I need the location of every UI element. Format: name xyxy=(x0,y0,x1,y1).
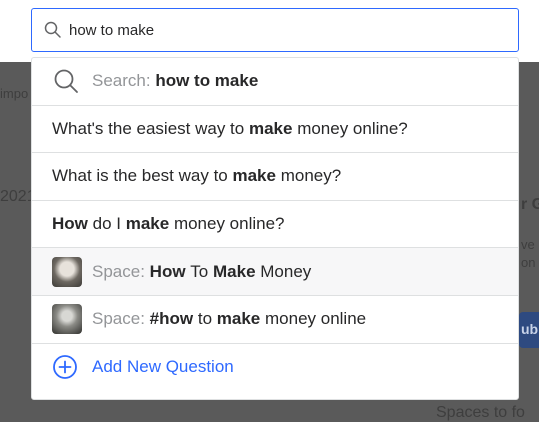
suggestion-text: money online? xyxy=(173,214,285,234)
suggestion-text: Money xyxy=(260,261,312,281)
suggestion-match: make xyxy=(216,309,261,329)
suggestion-text: money online xyxy=(265,309,367,329)
background-text-line: on xyxy=(521,255,536,270)
space-prefix: Space: xyxy=(92,261,145,281)
suggestion-match: make xyxy=(248,118,293,138)
suggestion-text: money online? xyxy=(297,118,408,138)
space-suggestion[interactable]: Space: #how to make money online xyxy=(32,296,518,344)
search-query: how to make xyxy=(155,71,259,91)
suggestion-match: How xyxy=(149,261,186,281)
suggestion-match: make xyxy=(125,214,170,234)
add-new-question-button[interactable]: Add New Question xyxy=(32,344,518,392)
search-icon xyxy=(44,21,61,38)
search-query-row[interactable]: Search: how to make xyxy=(32,58,518,106)
background-text: impo xyxy=(0,86,29,101)
suggestion-match: How xyxy=(52,214,88,234)
background-text: ve E on xyxy=(521,236,539,272)
suggestion-text: money? xyxy=(280,166,342,186)
space-avatar xyxy=(52,304,82,335)
space-avatar xyxy=(52,256,82,287)
question-suggestion[interactable]: What's the easiest way to make money onl… xyxy=(32,106,518,154)
suggestion-text: To xyxy=(190,261,209,281)
suggestion-match: Make xyxy=(213,261,256,281)
space-suggestion[interactable]: Space: How To Make Money xyxy=(32,248,518,296)
space-prefix: Space: xyxy=(92,309,145,329)
plus-circle-icon xyxy=(53,355,77,380)
search-prefix: Search: xyxy=(92,71,151,91)
search-suggestions-dropdown: Search: how to make What's the easiest w… xyxy=(31,57,519,400)
suggestion-text: do I xyxy=(92,214,121,234)
suggestion-text: to xyxy=(197,309,213,329)
search-input[interactable] xyxy=(69,15,489,45)
add-new-question-label: Add New Question xyxy=(92,357,234,377)
background-heading: Spaces to fo xyxy=(436,404,525,421)
search-bar[interactable] xyxy=(31,8,519,52)
background-text: r G xyxy=(521,196,539,213)
suggestion-text: What's the easiest way to xyxy=(52,118,245,138)
suggestion-match: #how xyxy=(149,309,194,329)
question-suggestion[interactable]: What is the best way to make money? xyxy=(32,153,518,201)
suggestion-match: make xyxy=(232,166,276,186)
background-button: ubr xyxy=(519,312,539,348)
suggestion-text: What is the best way to xyxy=(52,166,228,186)
search-icon xyxy=(54,69,78,94)
background-text-line: ve E xyxy=(521,237,539,252)
question-suggestion[interactable]: How do I make money online? xyxy=(32,201,518,249)
